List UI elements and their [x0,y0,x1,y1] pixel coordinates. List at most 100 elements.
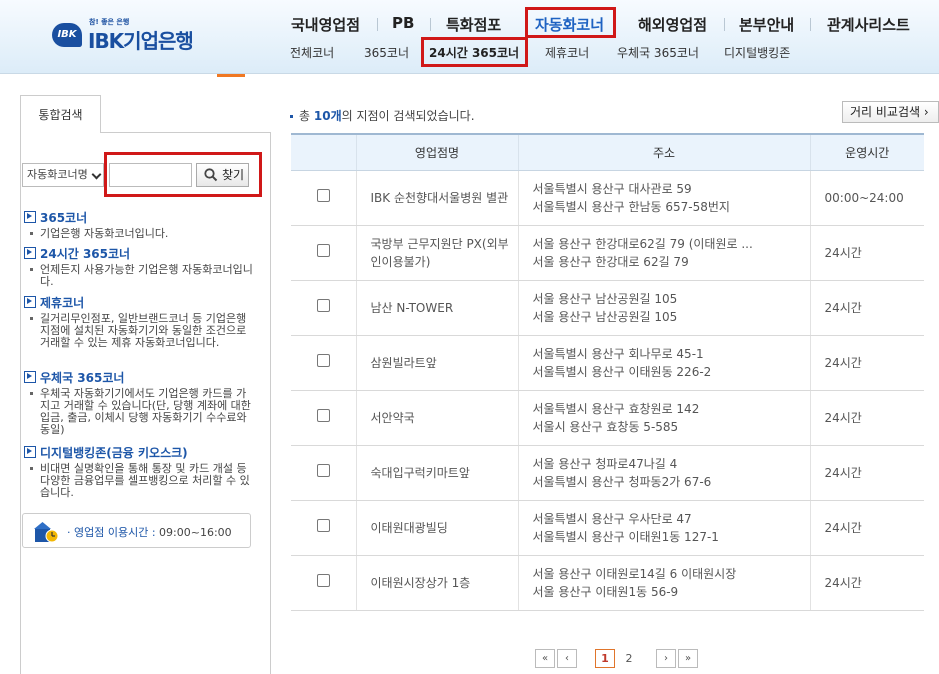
info-digital-banking-zone: 디지털뱅킹존(금융 키오스크) 비대면 실명확인을 통해 통장 및 카드 개설 … [24,444,254,499]
highlight-box [525,7,616,38]
gnb-divider [810,18,811,31]
info-24h-365-corner: 24시간 365코너 언제든지 사용가능한 기업은행 자동화코너입니다. [24,245,254,288]
page-number[interactable]: 2 [619,649,639,668]
next-page-button[interactable]: › [656,649,676,668]
info-post-office-365: 우체국 365코너 우체국 자동화기기에서도 기업은행 카드를 가지고 거래할 … [24,369,254,436]
gnb-divider [724,18,725,31]
subnav-partner-corner[interactable]: 제휴코너 [545,44,589,61]
gnb-affiliates[interactable]: 관계사리스트 [827,14,910,35]
hours-label: · 영업점 이용시간 : [67,526,156,539]
branch-name[interactable]: 삼원빌라트앞 [355,335,518,391]
hours-value: 09:00~16:00 [159,526,232,539]
first-page-button[interactable]: « [535,649,555,668]
ibk-logo[interactable]: IBK 참! 좋은 은행 IBK기업은행 [52,17,212,53]
gnb-overseas-branches[interactable]: 해외영업점 [638,14,707,35]
subnav-post-office-365[interactable]: 우체국 365코너 [617,44,699,61]
info-title[interactable]: 365코너 [24,209,254,226]
distance-compare-button[interactable]: 거리 비교검색 › [842,101,939,123]
nav-accent-bar [217,74,245,77]
branch-hours-box: · 영업점 이용시간 : 09:00~16:00 [22,513,251,548]
last-page-button[interactable]: » [678,649,698,668]
row-checkbox[interactable] [316,463,330,477]
gnb-domestic-branches[interactable]: 국내영업점 [291,14,360,35]
table-row: IBK 순천향대서울병원 별관 서울특별시 용산구 대사관로 59 서울특별시 용… [291,170,924,226]
table-row: 이태원대광빌딩 서울특별시 용산구 우사단로 47 서울특별시 용산구 이태원1동… [291,500,924,556]
lot-address: 서울 용산구 이태원1동 56-9 [532,584,679,599]
row-checkbox[interactable] [316,573,330,587]
row-checkbox[interactable] [316,298,330,312]
info-desc: 길거리무인점포, 일반브랜드코너 등 기업은행 지점에 설치된 자동화기기와 동… [24,313,254,349]
row-checkbox[interactable] [316,353,330,367]
info-title[interactable]: 24시간 365코너 [24,245,254,262]
road-address: 서울특별시 용산구 대사관로 59 [532,181,692,196]
table-row: 국방부 근무지원단 PX(외부인이용불가) 서울 용산구 한강대로62길 79 … [291,225,924,281]
branch-name[interactable]: 남산 N-TOWER [355,280,518,336]
corner-type-select[interactable]: 자동화코너명 [22,163,104,187]
highlight-box [104,152,262,197]
info-title[interactable]: 제휴코너 [24,294,254,311]
info-desc: 비대면 실명확인을 통해 통장 및 카드 개설 등 다양한 금융업무를 셀프뱅킹… [24,463,254,499]
table-row: 삼원빌라트앞 서울특별시 용산구 회나무로 45-1 서울특별시 용산구 이태원동… [291,335,924,391]
bullet-icon [290,115,293,118]
info-partner-corner: 제휴코너 길거리무인점포, 일반브랜드코너 등 기업은행 지점에 설치된 자동화… [24,294,254,349]
lot-address: 서울특별시 용산구 청파동2가 67-6 [532,474,712,489]
page-edge [924,123,939,664]
branch-name[interactable]: 이태원시장상가 1층 [355,555,518,611]
select-value: 자동화코너명 [27,168,88,181]
operating-hours: 00:00~24:00 [809,170,924,226]
info-desc: 언제든지 사용가능한 기업은행 자동화코너입니다. [24,264,254,288]
hours-text: · 영업점 이용시간 : 09:00~16:00 [67,524,232,540]
prev-page-button[interactable]: ‹ [557,649,577,668]
road-address: 서울특별시 용산구 우사단로 47 [532,511,692,526]
highlight-box [421,37,528,67]
operating-hours: 24시간 [809,225,924,281]
info-desc: 우체국 자동화기기에서도 기업은행 카드를 가지고 거래할 수 있습니다(단, … [24,388,254,436]
lot-address: 서울특별시 용산구 한남동 657-58번지 [532,199,730,214]
table-row: 이태원시장상가 1층 서울 용산구 이태원로14길 6 이태원시장서울 용산구 … [291,555,924,611]
result-prefix: 총 [299,109,311,123]
pagination: « ‹ 1 2 › » [0,648,939,674]
row-checkbox[interactable] [316,408,330,422]
operating-hours: 24시간 [809,555,924,611]
branch-name[interactable]: 서안약국 [355,390,518,446]
road-address: 서울 용산구 남산공원길 105 [532,291,678,306]
lot-address: 서울특별시 용산구 이태원동 226-2 [532,364,712,379]
row-checkbox[interactable] [316,518,330,532]
table-header-row: 영업점명 주소 운영시간 [291,133,924,171]
road-address: 서울 용산구 이태원로14길 6 이태원시장 [532,566,737,581]
road-address: 서울 용산구 한강대로62길 79 (이태원로 ... [532,236,753,251]
row-checkbox[interactable] [316,243,330,257]
tab-integrated-search[interactable]: 통합검색 [20,95,101,133]
gnb-special-branches[interactable]: 특화점포 [446,14,501,35]
branch-name[interactable]: IBK 순천향대서울병원 별관 [355,170,518,226]
info-title[interactable]: 우체국 365코너 [24,369,254,386]
info-desc: 기업은행 자동화코너입니다. [24,228,254,240]
gnb-headquarters[interactable]: 본부안내 [739,14,794,35]
subnav-digital-banking-zone[interactable]: 디지털뱅킹존 [724,44,790,61]
table-row: 숙대입구럭키마트앞 서울 용산구 청파로47나길 4 서울특별시 용산구 청파동2… [291,445,924,501]
lot-address: 서울 용산구 한강대로 62길 79 [532,254,689,269]
ibk-logo-mark: IBK [52,23,82,47]
info-365-corner: 365코너 기업은행 자동화코너입니다. [24,209,254,240]
chevron-down-icon [91,169,102,180]
operating-hours: 24시간 [809,280,924,336]
page-number-current[interactable]: 1 [595,649,615,668]
branch-name[interactable]: 숙대입구럭키마트앞 [355,445,518,501]
site-header: IBK 참! 좋은 은행 IBK기업은행 국내영업점 PB 특화점포 자동화코너… [0,0,939,74]
table-row: 서안약국 서울특별시 용산구 효창원로 142 서울시 용산구 효창동 5-585… [291,390,924,446]
branch-name[interactable]: 국방부 근무지원단 PX(외부인이용불가) [355,225,518,281]
subnav-365-corner[interactable]: 365코너 [364,44,409,61]
gnb-pb[interactable]: PB [392,14,414,32]
operating-hours: 24시간 [809,335,924,391]
logo-name: IBK기업은행 [88,29,194,53]
operating-hours: 24시간 [809,445,924,501]
col-header-name: 영업점명 [355,133,518,171]
result-number: 10개 [313,109,342,123]
info-title[interactable]: 디지털뱅킹존(금융 키오스크) [24,444,254,461]
result-count: 총 10개의 지점이 검색되었습니다. [290,107,475,124]
road-address: 서울 용산구 청파로47나길 4 [532,456,678,471]
row-checkbox[interactable] [316,188,330,202]
subnav-all-corners[interactable]: 전체코너 [290,44,334,61]
bank-clock-icon [34,522,59,543]
branch-name[interactable]: 이태원대광빌딩 [355,500,518,556]
